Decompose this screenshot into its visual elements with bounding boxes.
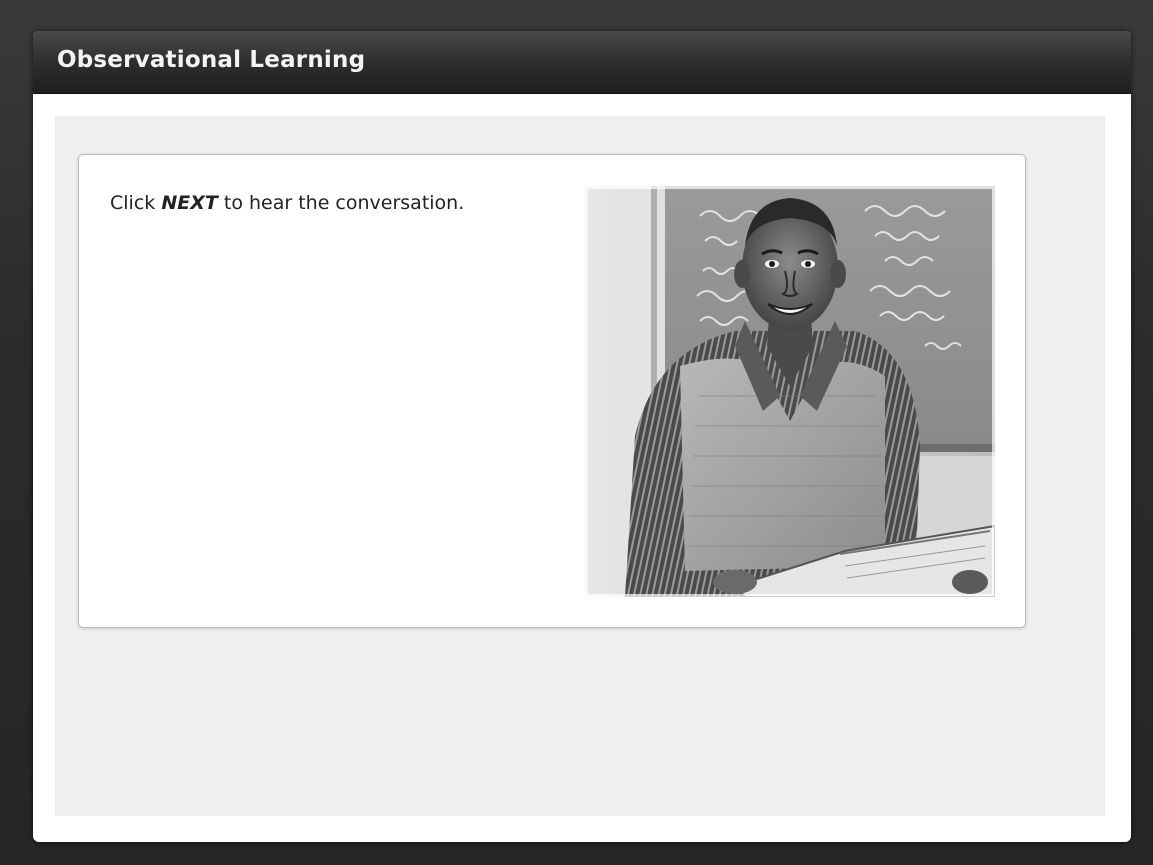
slide-title: Observational Learning [57, 47, 366, 73]
slide-frame: Observational Learning Click NEXT to hea… [33, 31, 1131, 842]
instruction-text: Click NEXT to hear the conversation. [110, 192, 464, 214]
instruction-suffix: to hear the conversation. [217, 192, 465, 214]
instruction-prefix: Click [110, 192, 162, 214]
content-card: Click NEXT to hear the conversation. [78, 154, 1026, 628]
content-area: Click NEXT to hear the conversation. [55, 116, 1105, 816]
teacher-photo [585, 186, 995, 597]
title-bar: Observational Learning [33, 31, 1131, 94]
instruction-keyword: NEXT [161, 192, 218, 214]
